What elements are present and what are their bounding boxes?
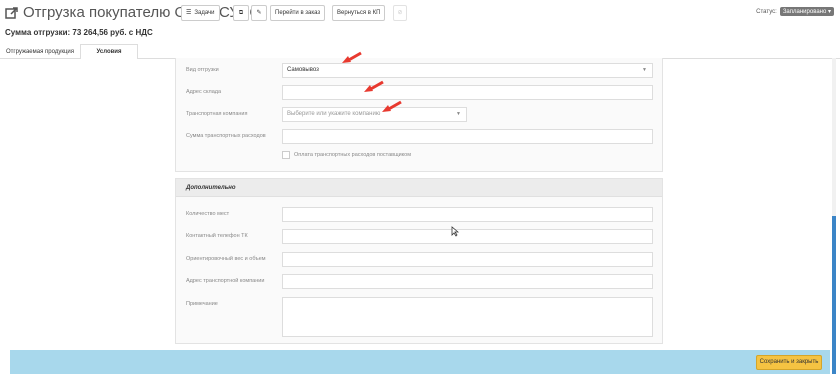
shipment-type-row: Вид отгрузки Самовывоз ▼ (176, 63, 664, 79)
tk-address-input[interactable] (282, 274, 653, 289)
transport-company-row: Транспортная компания Выберите или укажи… (176, 107, 664, 123)
tk-address-row: Адрес транспортной компании (176, 274, 664, 290)
chevron-down-icon: ▼ (642, 67, 647, 73)
supplier-pays-row: Оплата транспортных расходов поставщиком (176, 148, 664, 164)
places-count-input[interactable] (282, 207, 653, 222)
note-row: Примечание (176, 297, 664, 337)
tab-products[interactable]: Отгружаемая продукция (2, 44, 78, 59)
annotation-arrow-icon (382, 100, 402, 112)
supplier-pays-label: Оплата транспортных расходов поставщиком (294, 152, 411, 158)
places-count-row: Количество мест (176, 207, 664, 223)
weight-volume-row: Ориентировочный вес и объем (176, 252, 664, 268)
status-area: Статус: Запланировано ▾ (756, 7, 834, 16)
back-to-kp-button[interactable]: Вернуться в КП (332, 5, 386, 21)
shipment-type-select[interactable]: Самовывоз ▼ (282, 63, 653, 78)
shipment-conditions-panel: Вид отгрузки Самовывоз ▼ Адрес склада Тр… (175, 58, 663, 172)
additional-panel: Дополнительно Количество мест Контактный… (175, 178, 663, 344)
tk-address-label: Адрес транспортной компании (186, 278, 265, 284)
tk-phone-input[interactable] (282, 229, 653, 244)
vertical-scrollbar[interactable] (832, 58, 836, 374)
page-title: Отгрузка покупателю ООО "СУЭС" (5, 4, 265, 21)
tasks-button[interactable]: ☰ Задачи (181, 5, 220, 21)
footer-bar: Сохранить и закрыть (10, 350, 830, 374)
chevron-down-icon: ▼ (456, 111, 461, 117)
transport-cost-row: Сумма транспортных расходов (176, 129, 664, 145)
status-badge[interactable]: Запланировано ▾ (779, 7, 834, 16)
transport-company-select[interactable]: Выберите или укажите компанию ▼ (282, 107, 467, 122)
tab-bar: Отгружаемая продукция Условия (0, 44, 840, 60)
shipment-type-label: Вид отгрузки (186, 67, 219, 73)
paperclip-icon: ✎ (256, 10, 262, 16)
ban-icon: ⊘ (397, 10, 403, 16)
note-textarea[interactable] (282, 297, 653, 337)
note-label: Примечание (186, 301, 218, 307)
transport-company-label: Транспортная компания (186, 111, 248, 117)
top-bar: Отгрузка покупателю ООО "СУЭС" ☰ Задачи … (0, 0, 840, 26)
status-label: Статус: (756, 8, 777, 15)
go-to-order-button[interactable]: Перейти в заказ (270, 5, 326, 21)
list-icon: ☰ (186, 10, 192, 16)
disabled-button[interactable]: ⊘ (393, 5, 407, 21)
hierarchy-button[interactable]: ⧉ (233, 5, 249, 21)
tk-phone-row: Контактный телефон ТК (176, 229, 664, 245)
tab-conditions[interactable]: Условия (80, 44, 138, 60)
page-title-text: Отгрузка покупателю ООО "СУЭС" (23, 4, 266, 21)
annotation-arrow-icon (364, 80, 384, 92)
supplier-pays-checkbox[interactable] (282, 151, 290, 159)
transport-cost-label: Сумма транспортных расходов (186, 133, 266, 139)
attach-button[interactable]: ✎ (251, 5, 267, 21)
annotation-arrow-icon (342, 51, 362, 63)
weight-volume-input[interactable] (282, 252, 653, 267)
hierarchy-icon: ⧉ (238, 10, 244, 16)
mouse-cursor-icon (451, 226, 459, 237)
additional-section-title: Дополнительно (176, 179, 662, 197)
shipment-total: Сумма отгрузки: 73 264,56 руб. с НДС (5, 28, 153, 37)
warehouse-address-label: Адрес склада (186, 89, 222, 95)
tk-phone-label: Контактный телефон ТК (186, 233, 248, 239)
save-and-close-button[interactable]: Сохранить и закрыть (756, 355, 822, 370)
places-count-label: Количество мест (186, 211, 230, 217)
scrollbar-thumb[interactable] (832, 216, 836, 374)
weight-volume-label: Ориентировочный вес и объем (186, 256, 266, 262)
external-link-icon (5, 6, 18, 19)
warehouse-address-input[interactable] (282, 85, 653, 100)
transport-cost-input[interactable] (282, 129, 653, 144)
warehouse-address-row: Адрес склада (176, 85, 664, 101)
